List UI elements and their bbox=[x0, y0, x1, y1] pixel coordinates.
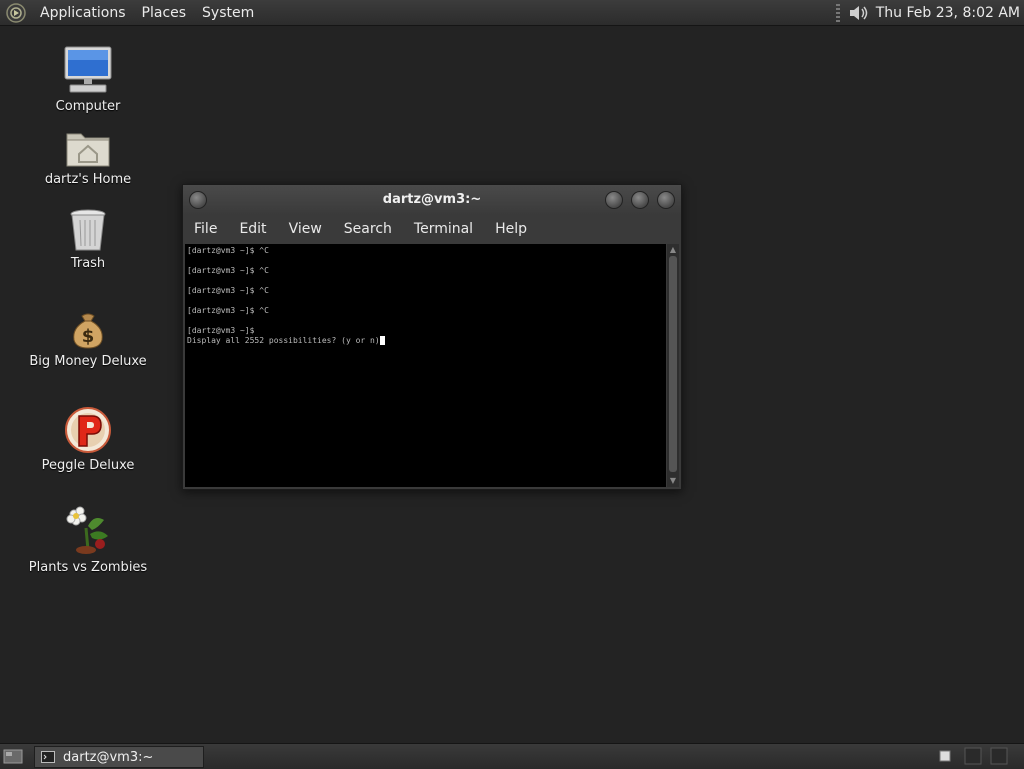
plants-vs-zombies-icon bbox=[66, 506, 108, 554]
volume-icon[interactable] bbox=[848, 3, 870, 23]
terminal-prompt-text: Display all 2552 possibilities? (y or n) bbox=[187, 336, 380, 345]
menu-edit[interactable]: Edit bbox=[228, 221, 277, 237]
menu-help[interactable]: Help bbox=[484, 221, 538, 237]
desktop-icon-label: dartz's Home bbox=[44, 172, 132, 187]
system-menu[interactable]: System bbox=[194, 5, 262, 21]
desktop-icon-trash[interactable]: Trash bbox=[18, 208, 158, 271]
terminal-line: [dartz@vm3 ~]$ ^C bbox=[187, 306, 269, 315]
money-bag-icon: $ bbox=[73, 313, 103, 349]
text-cursor bbox=[379, 336, 385, 345]
terminal-line: [dartz@vm3 ~]$ ^C bbox=[187, 286, 269, 295]
maximize-button[interactable] bbox=[631, 191, 649, 209]
desktop-icon-peggle[interactable]: Peggle Deluxe bbox=[18, 406, 158, 473]
workspace-3-icon[interactable] bbox=[990, 747, 1008, 765]
terminal-line: [dartz@vm3 ~]$ bbox=[187, 326, 255, 335]
scroll-down-arrow-icon[interactable]: ▼ bbox=[668, 476, 678, 486]
terminal-window[interactable]: dartz@vm3:~ File Edit View Search Termin… bbox=[182, 184, 682, 490]
gnome-foot-icon[interactable] bbox=[6, 2, 26, 23]
desktop-icon-plants-vs-zombies[interactable]: Plants vs Zombies bbox=[18, 506, 158, 575]
bottom-panel: dartz@vm3:~ bbox=[0, 743, 1024, 769]
menu-search[interactable]: Search bbox=[333, 221, 403, 237]
home-folder-icon bbox=[66, 133, 110, 167]
terminal-line: [dartz@vm3 ~]$ ^C bbox=[187, 246, 269, 255]
terminal-prompt-line: Display all 2552 possibilities? (y or n) bbox=[187, 336, 666, 346]
desktop-icon-label: Big Money Deluxe bbox=[29, 354, 147, 369]
peggle-icon bbox=[65, 407, 111, 453]
workspace-2-icon[interactable] bbox=[964, 747, 982, 765]
trash-icon bbox=[70, 209, 106, 251]
desktop-icon-label: Trash bbox=[70, 256, 106, 271]
menu-view[interactable]: View bbox=[278, 221, 333, 237]
terminal-output[interactable]: [dartz@vm3 ~]$ ^C [dartz@vm3 ~]$ ^C [dar… bbox=[185, 244, 666, 487]
desktop-icon-computer[interactable]: Computer bbox=[18, 45, 158, 114]
taskbar-button-terminal[interactable]: dartz@vm3:~ bbox=[34, 746, 204, 768]
minimize-button[interactable] bbox=[605, 191, 623, 209]
scrollbar-thumb[interactable] bbox=[669, 256, 677, 472]
terminal-line: [dartz@vm3 ~]$ ^C bbox=[187, 266, 269, 275]
terminal-menubar: File Edit View Search Terminal Help bbox=[183, 215, 681, 243]
svg-text:$: $ bbox=[82, 326, 95, 347]
terminal-icon bbox=[41, 751, 55, 763]
desktop-icon-label: Computer bbox=[55, 99, 121, 114]
terminal-scrollbar[interactable]: ▲ ▼ bbox=[667, 244, 679, 487]
places-menu[interactable]: Places bbox=[134, 5, 195, 21]
panel-drag-handle[interactable] bbox=[835, 3, 840, 22]
scroll-up-arrow-icon[interactable]: ▲ bbox=[668, 245, 678, 255]
top-panel: Applications Places System Thu Feb 23, 8… bbox=[0, 0, 1024, 26]
clock[interactable]: Thu Feb 23, 8:02 AM bbox=[876, 5, 1020, 21]
workspace-1-icon[interactable] bbox=[936, 747, 954, 765]
applications-menu[interactable]: Applications bbox=[32, 5, 134, 21]
window-title: dartz@vm3:~ bbox=[382, 192, 482, 207]
show-desktop-icon[interactable] bbox=[3, 748, 23, 764]
close-button[interactable] bbox=[657, 191, 675, 209]
menu-file[interactable]: File bbox=[183, 221, 228, 237]
desktop-icon-home[interactable]: dartz's Home bbox=[18, 128, 158, 187]
taskbar-button-label: dartz@vm3:~ bbox=[63, 749, 154, 765]
desktop-icon-label: Plants vs Zombies bbox=[28, 560, 148, 575]
desktop-icon-big-money[interactable]: $ Big Money Deluxe bbox=[18, 310, 158, 369]
menu-terminal[interactable]: Terminal bbox=[403, 221, 484, 237]
window-menu-button[interactable] bbox=[189, 191, 207, 209]
desktop-icon-label: Peggle Deluxe bbox=[41, 458, 135, 473]
computer-icon bbox=[64, 46, 112, 93]
